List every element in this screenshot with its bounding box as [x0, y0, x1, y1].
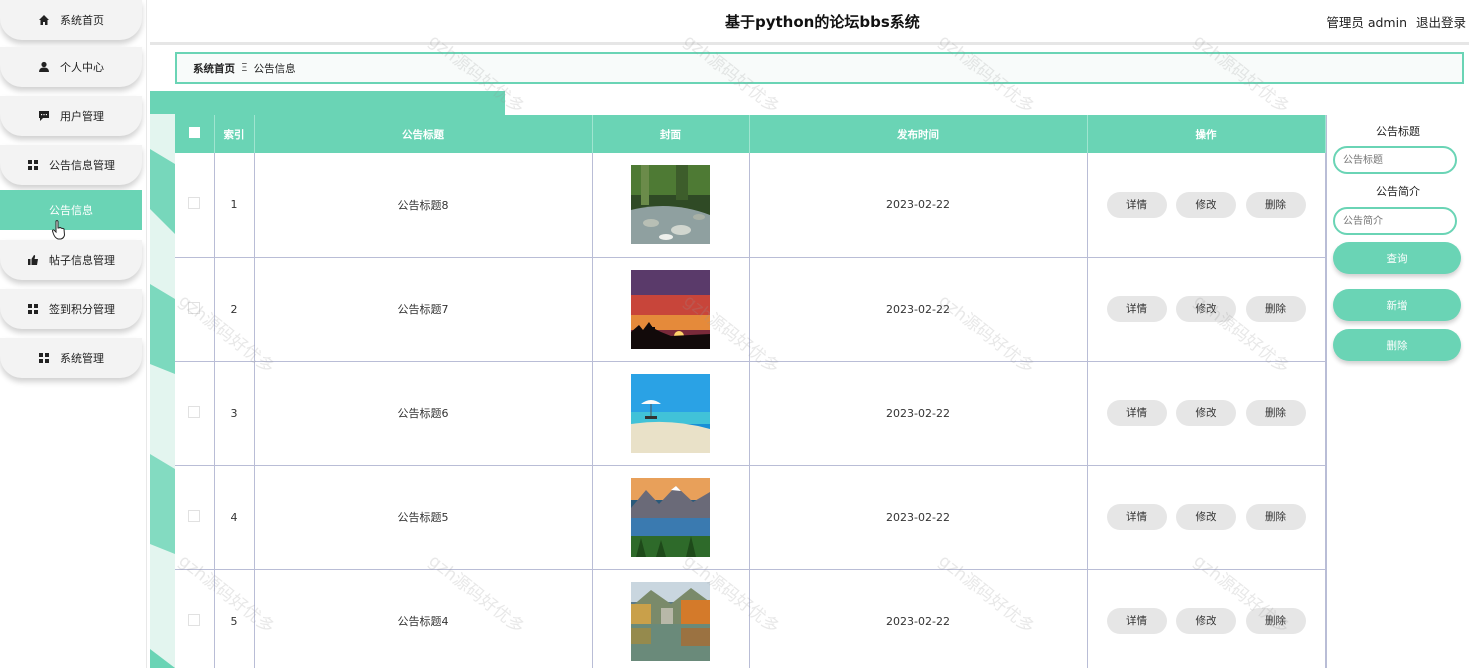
column-header: 索引 [214, 115, 255, 153]
column-header: 发布时间 [749, 115, 1088, 153]
row-date: 2023-02-22 [749, 153, 1088, 258]
title-search-label: 公告标题 [1376, 125, 1420, 138]
detail-button[interactable]: 详情 [1106, 296, 1167, 322]
row-index: 3 [214, 361, 255, 466]
sidebar-item-label: 个人中心 [60, 61, 104, 74]
row-title: 公告标题6 [254, 361, 593, 466]
row-date: 2023-02-22 [749, 257, 1088, 362]
table-row: 5 公告标题4 2023-02-22 详情 修改 删除 [175, 569, 1326, 668]
sidebar-item-label: 用户管理 [60, 110, 104, 123]
row-checkbox[interactable] [188, 509, 201, 522]
notice-table: 索引 公告标题 封面 发布时间 操作 1 公告标题8 2023-02-22 详情… [175, 115, 1327, 668]
breadcrumb-separator: Ξ [241, 62, 248, 74]
intro-search-label: 公告简介 [1376, 185, 1420, 198]
search-panel: 公告标题 公告简介 查询 新增 删除 [1333, 115, 1463, 361]
sidebar-item-system[interactable]: 系统管理 [0, 338, 142, 378]
table-header-row: 索引 公告标题 封面 发布时间 操作 [175, 115, 1326, 153]
decorative-stripes [150, 114, 175, 668]
row-title: 公告标题8 [254, 153, 593, 258]
detail-button[interactable]: 详情 [1106, 504, 1167, 530]
sidebar-item-posts[interactable]: 帖子信息管理 [0, 240, 142, 280]
sidebar-item-home[interactable]: 系统首页 [0, 0, 142, 40]
delete-button[interactable]: 删除 [1245, 191, 1306, 218]
table-row: 3 公告标题6 2023-02-22 详情 修改 删除 [175, 361, 1326, 466]
sidebar-item-label: 帖子信息管理 [49, 254, 115, 267]
chat-icon [38, 110, 50, 122]
logout-link[interactable]: 退出登录 [1416, 12, 1466, 31]
delete-button[interactable]: 删除 [1245, 608, 1306, 634]
grid-icon [27, 303, 39, 315]
edit-button[interactable]: 修改 [1176, 504, 1236, 530]
sidebar-item-label: 系统管理 [60, 352, 104, 365]
table-row: 1 公告标题8 2023-02-22 详情 修改 删除 [175, 153, 1326, 258]
row-title: 公告标题7 [254, 257, 593, 362]
sidebar-item-checkin[interactable]: 签到积分管理 [0, 289, 142, 329]
add-button[interactable]: 新增 [1333, 289, 1461, 321]
sidebar-subitem-label: 公告信息 [49, 204, 93, 217]
breadcrumb: 系统首页 Ξ 公告信息 [175, 52, 1464, 84]
table-row: 4 公告标题5 2023-02-22 详情 修改 删除 [175, 465, 1326, 570]
sidebar-subitem-notice[interactable]: 公告信息 [0, 190, 142, 230]
row-index: 1 [214, 153, 255, 258]
select-all-checkbox[interactable] [188, 127, 200, 138]
intro-search-input[interactable] [1333, 207, 1457, 235]
table-row: 2 公告标题7 2023-02-22 详情 修改 删除 [175, 257, 1326, 362]
column-header: 封面 [592, 115, 750, 153]
title-search-input[interactable] [1333, 146, 1457, 174]
header: 基于python的论坛bbs系统 管理员 admin 退出登录 [150, 0, 1469, 45]
detail-button[interactable]: 详情 [1106, 191, 1167, 218]
cover-image-forest-stream [631, 165, 710, 245]
edit-button[interactable]: 修改 [1176, 191, 1236, 218]
detail-button[interactable]: 详情 [1106, 400, 1167, 426]
cover-image-sunset [631, 269, 710, 349]
row-date: 2023-02-22 [749, 465, 1088, 570]
sidebar-item-label: 签到积分管理 [49, 303, 115, 316]
admin-label: 管理员 admin [1326, 15, 1407, 30]
detail-button[interactable]: 详情 [1106, 608, 1167, 634]
row-index: 2 [214, 257, 255, 362]
decorative-band [150, 91, 505, 115]
sidebar: 系统首页 个人中心 用户管理 公告信息管理 公告信息 帖子信息管理 签到积分管理 [0, 0, 147, 668]
row-index: 4 [214, 465, 255, 570]
sidebar-item-profile[interactable]: 个人中心 [0, 47, 142, 87]
cover-image-mountain-lake [631, 477, 710, 557]
user-icon [38, 61, 50, 73]
sidebar-item-notice-mgmt[interactable]: 公告信息管理 [0, 145, 142, 185]
sidebar-item-label: 系统首页 [60, 14, 104, 27]
breadcrumb-current: 公告信息 [253, 62, 296, 75]
cover-image-castle-lake [631, 581, 710, 661]
home-icon [38, 14, 50, 26]
edit-button[interactable]: 修改 [1176, 400, 1236, 426]
row-checkbox[interactable] [188, 197, 201, 210]
breadcrumb-home[interactable]: 系统首页 [193, 61, 235, 76]
column-header: 公告标题 [254, 115, 593, 153]
query-button[interactable]: 查询 [1333, 242, 1461, 274]
sidebar-item-users[interactable]: 用户管理 [0, 96, 142, 136]
edit-button[interactable]: 修改 [1176, 296, 1236, 322]
row-title: 公告标题4 [254, 569, 593, 668]
row-date: 2023-02-22 [749, 361, 1088, 466]
row-checkbox[interactable] [188, 405, 201, 418]
row-index: 5 [214, 569, 255, 668]
delete-button[interactable]: 删除 [1245, 296, 1306, 322]
batch-delete-button[interactable]: 删除 [1333, 329, 1461, 361]
column-header: 操作 [1087, 115, 1326, 153]
row-title: 公告标题5 [254, 465, 593, 570]
cover-image-beach [631, 373, 710, 453]
row-checkbox[interactable] [188, 613, 201, 626]
edit-button[interactable]: 修改 [1176, 608, 1236, 634]
row-checkbox[interactable] [188, 301, 201, 314]
row-date: 2023-02-22 [749, 569, 1088, 668]
grid-icon [38, 352, 50, 364]
thumb-icon [27, 254, 39, 266]
sidebar-item-label: 公告信息管理 [49, 159, 115, 172]
grid-icon [27, 159, 39, 171]
delete-button[interactable]: 删除 [1245, 400, 1306, 426]
delete-button[interactable]: 删除 [1245, 504, 1306, 530]
select-all-cell [175, 115, 215, 153]
page-title: 基于python的论坛bbs系统 [725, 13, 920, 31]
